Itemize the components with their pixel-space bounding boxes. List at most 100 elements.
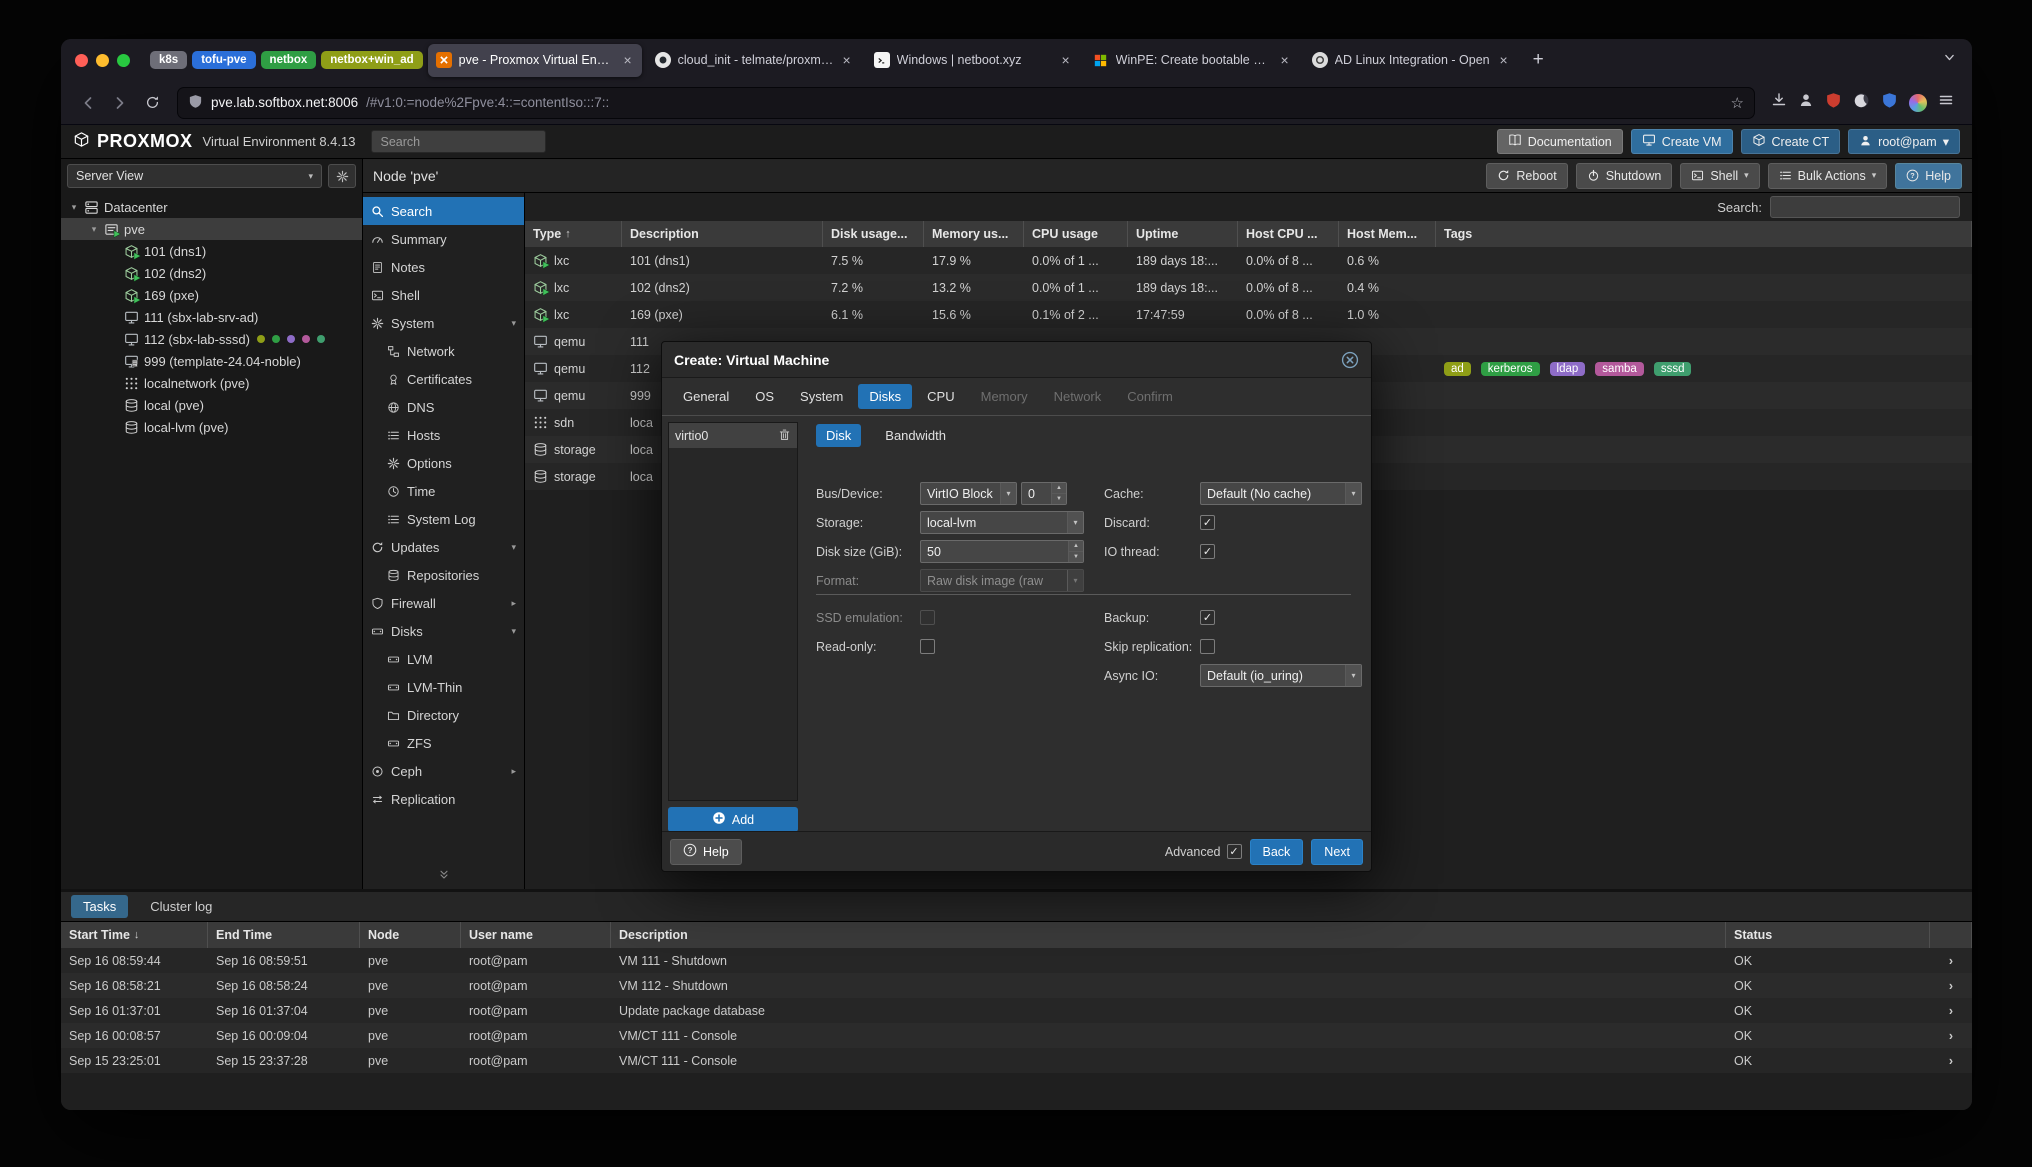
menu-item-replication[interactable]: Replication: [363, 785, 524, 813]
add-disk-button[interactable]: Add: [668, 807, 798, 832]
tree-item[interactable]: local (pve): [61, 394, 362, 416]
tasks-column-user-name[interactable]: User name: [461, 922, 611, 948]
browser-tab[interactable]: AD Linux Integration - Open×: [1304, 44, 1518, 77]
view-selector[interactable]: Server View▾: [67, 164, 322, 188]
tree-item[interactable]: 102 (dns2): [61, 262, 362, 284]
menu-item-repositories[interactable]: Repositories: [363, 561, 524, 589]
browser-tab[interactable]: pve - Proxmox Virtual Environm×: [428, 44, 642, 77]
tasks-column-end-time[interactable]: End Time: [208, 922, 360, 948]
tree-item[interactable]: 101 (dns1): [61, 240, 362, 262]
tasks-column-node[interactable]: Node: [360, 922, 461, 948]
dialog-tab-cpu[interactable]: CPU: [916, 384, 965, 409]
cache-select[interactable]: Default (No cache)▾: [1200, 482, 1362, 505]
tree-item[interactable]: local-lvm (pve): [61, 416, 362, 438]
trash-icon[interactable]: [778, 428, 791, 444]
advanced-checkbox[interactable]: [1227, 844, 1242, 859]
column-header-tags[interactable]: Tags: [1436, 221, 1972, 247]
dialog-close-icon[interactable]: [1341, 351, 1359, 369]
next-button[interactable]: Next: [1311, 839, 1363, 865]
menu-item-firewall[interactable]: Firewall▸: [363, 589, 524, 617]
task-expand-chevron[interactable]: ›: [1930, 998, 1972, 1023]
task-row[interactable]: Sep 15 23:25:01Sep 15 23:37:28pveroot@pa…: [61, 1048, 1972, 1073]
storage-select[interactable]: local-lvm▾: [920, 511, 1084, 534]
task-row[interactable]: Sep 16 01:37:01Sep 16 01:37:04pveroot@pa…: [61, 998, 1972, 1023]
tasks-column-status[interactable]: Status: [1726, 922, 1930, 948]
back-button-dialog[interactable]: Back: [1250, 839, 1304, 865]
column-header-diskusage[interactable]: Disk usage...: [823, 221, 924, 247]
disk-list-item[interactable]: virtio0: [669, 423, 797, 448]
guest-row[interactable]: lxc 101 (dns1)7.5 %17.9 % 0.0% of 1 ...1…: [525, 247, 1972, 274]
task-row[interactable]: Sep 16 08:58:21Sep 16 08:58:24pveroot@pa…: [61, 973, 1972, 998]
discard-checkbox[interactable]: [1200, 515, 1215, 530]
disk-subtab-bandwidth[interactable]: Bandwidth: [875, 424, 956, 447]
tab-group-tofu-pve[interactable]: tofu-pve: [192, 51, 255, 69]
tree-expand-caret[interactable]: ▾: [69, 202, 79, 213]
column-header-uptime[interactable]: Uptime: [1128, 221, 1238, 247]
password-extension-icon[interactable]: [1881, 92, 1898, 114]
user-menu-button[interactable]: root@pam▾: [1848, 129, 1960, 154]
menu-item-ceph[interactable]: Ceph▸: [363, 757, 524, 785]
tab-close-icon[interactable]: ×: [1059, 52, 1071, 68]
tasks-column-description[interactable]: Description: [611, 922, 1726, 948]
menu-icon[interactable]: [1938, 92, 1954, 113]
tasks-column-start-time[interactable]: Start Time↓: [61, 922, 208, 948]
global-search-input[interactable]: [371, 130, 546, 153]
backup-checkbox[interactable]: [1200, 610, 1215, 625]
tree-item[interactable]: 169 (pxe): [61, 284, 362, 306]
column-header-hostcpu[interactable]: Host CPU ...: [1238, 221, 1339, 247]
ublock-extension-icon[interactable]: [1825, 92, 1842, 114]
dialog-tab-general[interactable]: General: [672, 384, 740, 409]
help-button[interactable]: ?Help: [1895, 163, 1962, 189]
list-all-tabs-button[interactable]: [1937, 47, 1962, 73]
tree-item[interactable]: ▾Datacenter: [61, 196, 362, 218]
menu-item-network[interactable]: Network: [363, 337, 524, 365]
tree-item[interactable]: localnetwork (pve): [61, 372, 362, 394]
column-header-type[interactable]: Type↑: [525, 221, 622, 247]
bookmark-star-icon[interactable]: ☆: [1731, 94, 1744, 112]
menu-item-directory[interactable]: Directory: [363, 701, 524, 729]
menu-item-updates[interactable]: Updates▾: [363, 533, 524, 561]
skip-replication-checkbox[interactable]: [1200, 639, 1215, 654]
menu-item-lvm-thin[interactable]: LVM-Thin: [363, 673, 524, 701]
menu-item-shell[interactable]: Shell: [363, 281, 524, 309]
profile-avatar[interactable]: [1909, 94, 1927, 112]
dialog-tab-os[interactable]: OS: [744, 384, 785, 409]
menu-item-zfs[interactable]: ZFS: [363, 729, 524, 757]
menu-item-lvm[interactable]: LVM: [363, 645, 524, 673]
column-header-cpuusage[interactable]: CPU usage: [1024, 221, 1128, 247]
guest-row[interactable]: lxc 169 (pxe)6.1 %15.6 % 0.1% of 2 ...17…: [525, 301, 1972, 328]
browser-tab[interactable]: WinPE: Create bootable media |×: [1085, 44, 1299, 77]
tree-item[interactable]: ▾pve: [61, 218, 362, 240]
close-window-button[interactable]: [75, 54, 88, 67]
shell-button[interactable]: Shell▾: [1680, 163, 1759, 189]
tab-close-icon[interactable]: ×: [621, 52, 633, 68]
tasks-tab-tasks[interactable]: Tasks: [71, 895, 128, 918]
disk-subtab-disk[interactable]: Disk: [816, 424, 861, 447]
forward-button[interactable]: [105, 88, 135, 118]
task-row[interactable]: Sep 16 08:59:44Sep 16 08:59:51pveroot@pa…: [61, 948, 1972, 973]
tab-close-icon[interactable]: ×: [1278, 52, 1290, 68]
task-expand-chevron[interactable]: ›: [1930, 973, 1972, 998]
read-only-checkbox[interactable]: [920, 639, 935, 654]
dark-extension-icon[interactable]: [1853, 92, 1870, 114]
bus-device-select[interactable]: VirtIO Block▾: [920, 482, 1017, 505]
back-button[interactable]: [73, 88, 103, 118]
account-icon[interactable]: [1798, 92, 1814, 113]
table-search-input[interactable]: [1770, 196, 1960, 218]
maximize-window-button[interactable]: [117, 54, 130, 67]
tab-close-icon[interactable]: ×: [840, 52, 852, 68]
reboot-button[interactable]: Reboot: [1486, 163, 1567, 189]
browser-tab[interactable]: Windows | netboot.xyz×: [866, 44, 1080, 77]
tab-group-netbox+win_ad[interactable]: netbox+win_ad: [321, 51, 422, 69]
tree-item[interactable]: 112 (sbx-lab-sssd): [61, 328, 362, 350]
documentation-button[interactable]: Documentation: [1497, 129, 1623, 154]
menu-item-time[interactable]: Time: [363, 477, 524, 505]
tree-item[interactable]: 999 (template-24.04-noble): [61, 350, 362, 372]
tab-group-k8s[interactable]: k8s: [150, 51, 187, 69]
download-icon[interactable]: [1771, 92, 1787, 113]
task-row[interactable]: Sep 16 00:08:57Sep 16 00:09:04pveroot@pa…: [61, 1023, 1972, 1048]
menu-item-search[interactable]: Search: [363, 197, 524, 225]
help-button[interactable]: ?Help: [670, 839, 742, 865]
column-header-description[interactable]: Description: [622, 221, 823, 247]
menu-item-hosts[interactable]: Hosts: [363, 421, 524, 449]
